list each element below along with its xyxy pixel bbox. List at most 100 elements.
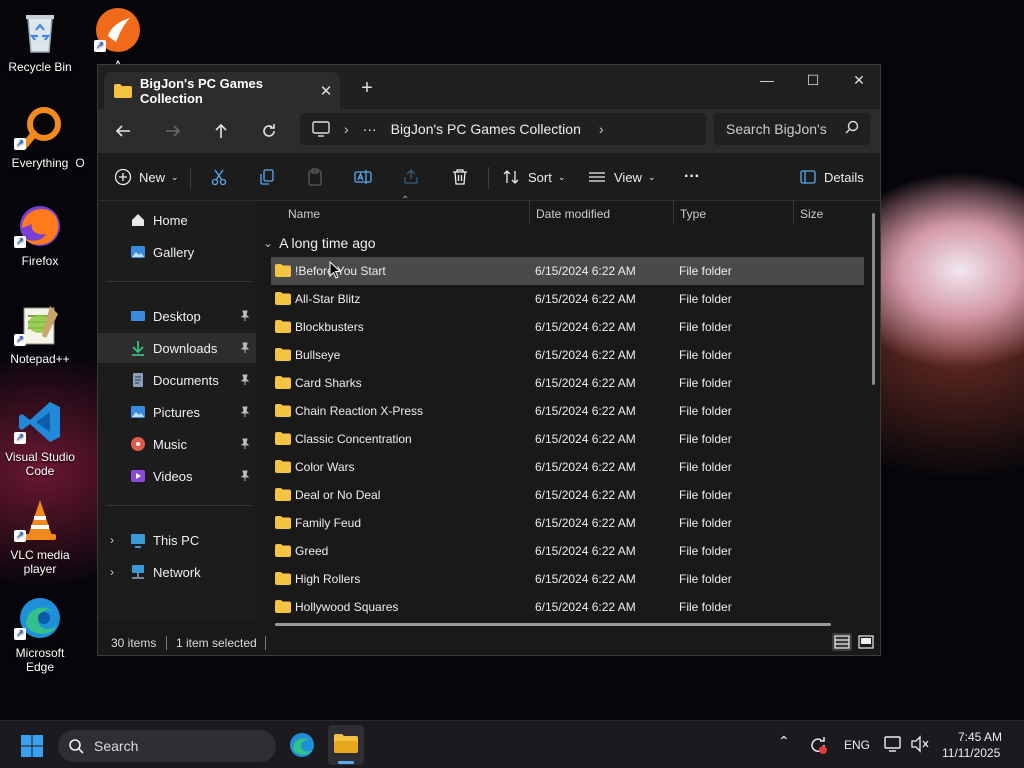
breadcrumb-current-folder[interactable]: BigJon's PC Games Collection — [391, 121, 581, 137]
nav-item-gallery[interactable]: Gallery — [98, 237, 256, 267]
nav-item-pictures[interactable]: Pictures — [98, 397, 256, 427]
tiles-view-icon[interactable] — [856, 633, 876, 651]
windows-start-icon[interactable] — [20, 734, 44, 758]
chevron-down-icon: ⌄ — [171, 171, 179, 182]
tab-close-icon[interactable]: ✕ — [312, 82, 340, 100]
network-monitor-icon[interactable] — [884, 735, 904, 753]
table-row[interactable]: Deal or No Deal 6/15/2024 6:22 AM File fol… — [271, 481, 864, 509]
table-row[interactable]: Hollywood Squares 6/15/2024 6:22 AM File f… — [271, 593, 864, 621]
table-row[interactable]: Classic Concentration 6/15/2024 6:22 AM Fi… — [271, 425, 864, 453]
column-header-type[interactable]: Type — [680, 207, 706, 221]
view-button[interactable]: View ⌄ — [588, 163, 656, 191]
horizontal-scrollbar[interactable] — [275, 623, 831, 626]
table-row[interactable]: All-Star Blitz 6/15/2024 6:22 AM File fold… — [271, 285, 864, 313]
nav-item-downloads[interactable]: Downloads — [98, 333, 256, 363]
more-options-button[interactable]: ··· — [684, 163, 700, 191]
minimize-button[interactable]: — — [744, 65, 790, 97]
nav-item-videos[interactable]: Videos — [98, 461, 256, 491]
breadcrumb-more[interactable]: ··· — [363, 121, 377, 137]
vertical-scrollbar[interactable] — [872, 213, 875, 385]
desktop-icon-notepadpp[interactable]: ↗ Notepad++ — [0, 300, 80, 366]
edge-taskbar-icon[interactable] — [288, 731, 316, 759]
search-input[interactable]: Search BigJon's — [714, 113, 870, 145]
sync-alert-icon[interactable] — [808, 735, 828, 755]
nav-item-network[interactable]: › Network — [98, 557, 256, 587]
column-divider[interactable] — [529, 201, 530, 225]
column-header-size[interactable]: Size — [800, 207, 823, 221]
chevron-down-icon[interactable]: ⌄ — [263, 236, 273, 250]
desktop-icon-vlc[interactable]: ↗ VLC media player — [0, 496, 80, 576]
nav-item-music[interactable]: Music — [98, 429, 256, 459]
desktop-icon-label: Visual Studio Code — [5, 450, 75, 478]
new-button[interactable]: New ⌄ — [114, 163, 179, 191]
clock-time[interactable]: 7:45 AM — [958, 730, 1002, 744]
table-row[interactable]: Greed 6/15/2024 6:22 AM File folder — [271, 537, 864, 565]
shortcut-arrow-icon: ↗ — [14, 138, 26, 150]
maximize-button[interactable]: ☐ — [790, 65, 836, 97]
chevron-right-icon[interactable]: › — [110, 533, 114, 547]
table-row[interactable]: !Before You Start 6/15/2024 6:22 AM File f… — [271, 257, 864, 285]
pin-icon[interactable] — [239, 406, 251, 418]
table-row[interactable]: Card Sharks 6/15/2024 6:22 AM File folder — [271, 369, 864, 397]
table-row[interactable]: Blockbusters 6/15/2024 6:22 AM File folder — [271, 313, 864, 341]
delete-button[interactable] — [451, 163, 469, 191]
file-name: Family Feud — [295, 516, 362, 530]
status-divider — [166, 636, 167, 650]
desktop-icon-a[interactable]: ↗ A — [78, 6, 158, 72]
pin-icon[interactable] — [239, 438, 251, 450]
up-arrow-icon[interactable] — [206, 117, 236, 145]
column-header-date-modified[interactable]: Date modified — [536, 207, 610, 221]
explorer-taskbar-button[interactable] — [328, 725, 364, 765]
selection-count: 1 item selected — [176, 636, 257, 650]
cut-button[interactable] — [210, 163, 228, 191]
back-arrow-icon[interactable] — [108, 117, 138, 145]
paste-button[interactable] — [306, 163, 324, 191]
show-hidden-icons-chevron-icon[interactable]: ⌃ — [778, 733, 790, 750]
forward-arrow-icon[interactable] — [158, 117, 188, 145]
desktop-icon-label: Notepad++ — [10, 352, 70, 366]
rename-button[interactable] — [354, 163, 372, 191]
new-tab-button[interactable]: + — [356, 77, 378, 100]
table-row[interactable]: Chain Reaction X-Press 6/15/2024 6:22 AM F… — [271, 397, 864, 425]
breadcrumb-chevron-icon[interactable]: › — [599, 121, 604, 137]
copy-button[interactable] — [258, 163, 276, 191]
column-divider[interactable] — [793, 201, 794, 225]
table-row[interactable]: Family Feud 6/15/2024 6:22 AM File folder — [271, 509, 864, 537]
nav-item-home[interactable]: Home — [98, 205, 256, 235]
pin-icon[interactable] — [239, 470, 251, 482]
file-name: All-Star Blitz — [295, 292, 361, 306]
pin-icon[interactable] — [239, 374, 251, 386]
volume-muted-icon[interactable] — [910, 735, 930, 753]
nav-item-documents[interactable]: Documents — [98, 365, 256, 395]
details-button[interactable]: Details — [800, 163, 864, 191]
language-indicator[interactable]: ENG — [844, 738, 870, 752]
address-bar[interactable]: › ··· BigJon's PC Games Collection › — [300, 113, 706, 145]
desktop-icon-firefox[interactable]: ↗ Firefox — [0, 202, 80, 268]
sort-button[interactable]: Sort ⌄ — [502, 163, 565, 191]
tab-bigjons-pc-games[interactable]: BigJon's PC Games Collection ✕ — [104, 72, 340, 109]
clock-date[interactable]: 11/11/2025 — [942, 746, 1000, 760]
desktop-icon-edge[interactable]: ↗ Microsoft Edge — [0, 594, 80, 674]
table-row[interactable]: Bullseye 6/15/2024 6:22 AM File folder — [271, 341, 864, 369]
table-row[interactable]: High Rollers 6/15/2024 6:22 AM File folder — [271, 565, 864, 593]
taskbar-search-box[interactable]: Search — [58, 730, 276, 762]
column-divider[interactable] — [673, 201, 674, 225]
file-date-modified: 6/15/2024 6:22 AM — [535, 264, 636, 278]
pin-icon[interactable] — [239, 342, 251, 354]
nav-item-this-pc[interactable]: › This PC — [98, 525, 256, 555]
details-view-icon[interactable] — [832, 633, 852, 651]
refresh-icon[interactable] — [254, 117, 284, 145]
share-button[interactable] — [402, 163, 420, 191]
close-button[interactable]: ✕ — [836, 65, 882, 97]
desktop-icon-o[interactable]: O — [60, 156, 100, 170]
chevron-right-icon[interactable]: › — [110, 565, 114, 579]
desktop-icon-recycle-bin[interactable]: Recycle Bin — [0, 8, 80, 74]
desktop-icon-label: Recycle Bin — [8, 60, 72, 74]
title-bar[interactable]: BigJon's PC Games Collection ✕ + — ☐ ✕ — [98, 65, 880, 109]
column-header-name[interactable]: Name — [288, 207, 320, 221]
desktop-icon-vscode[interactable]: ↗ Visual Studio Code — [0, 398, 80, 478]
pin-icon[interactable] — [239, 310, 251, 322]
nav-item-desktop[interactable]: Desktop — [98, 301, 256, 331]
table-row[interactable]: Color Wars 6/15/2024 6:22 AM File folder — [271, 453, 864, 481]
group-header[interactable]: ⌄ A long time ago — [263, 235, 376, 251]
